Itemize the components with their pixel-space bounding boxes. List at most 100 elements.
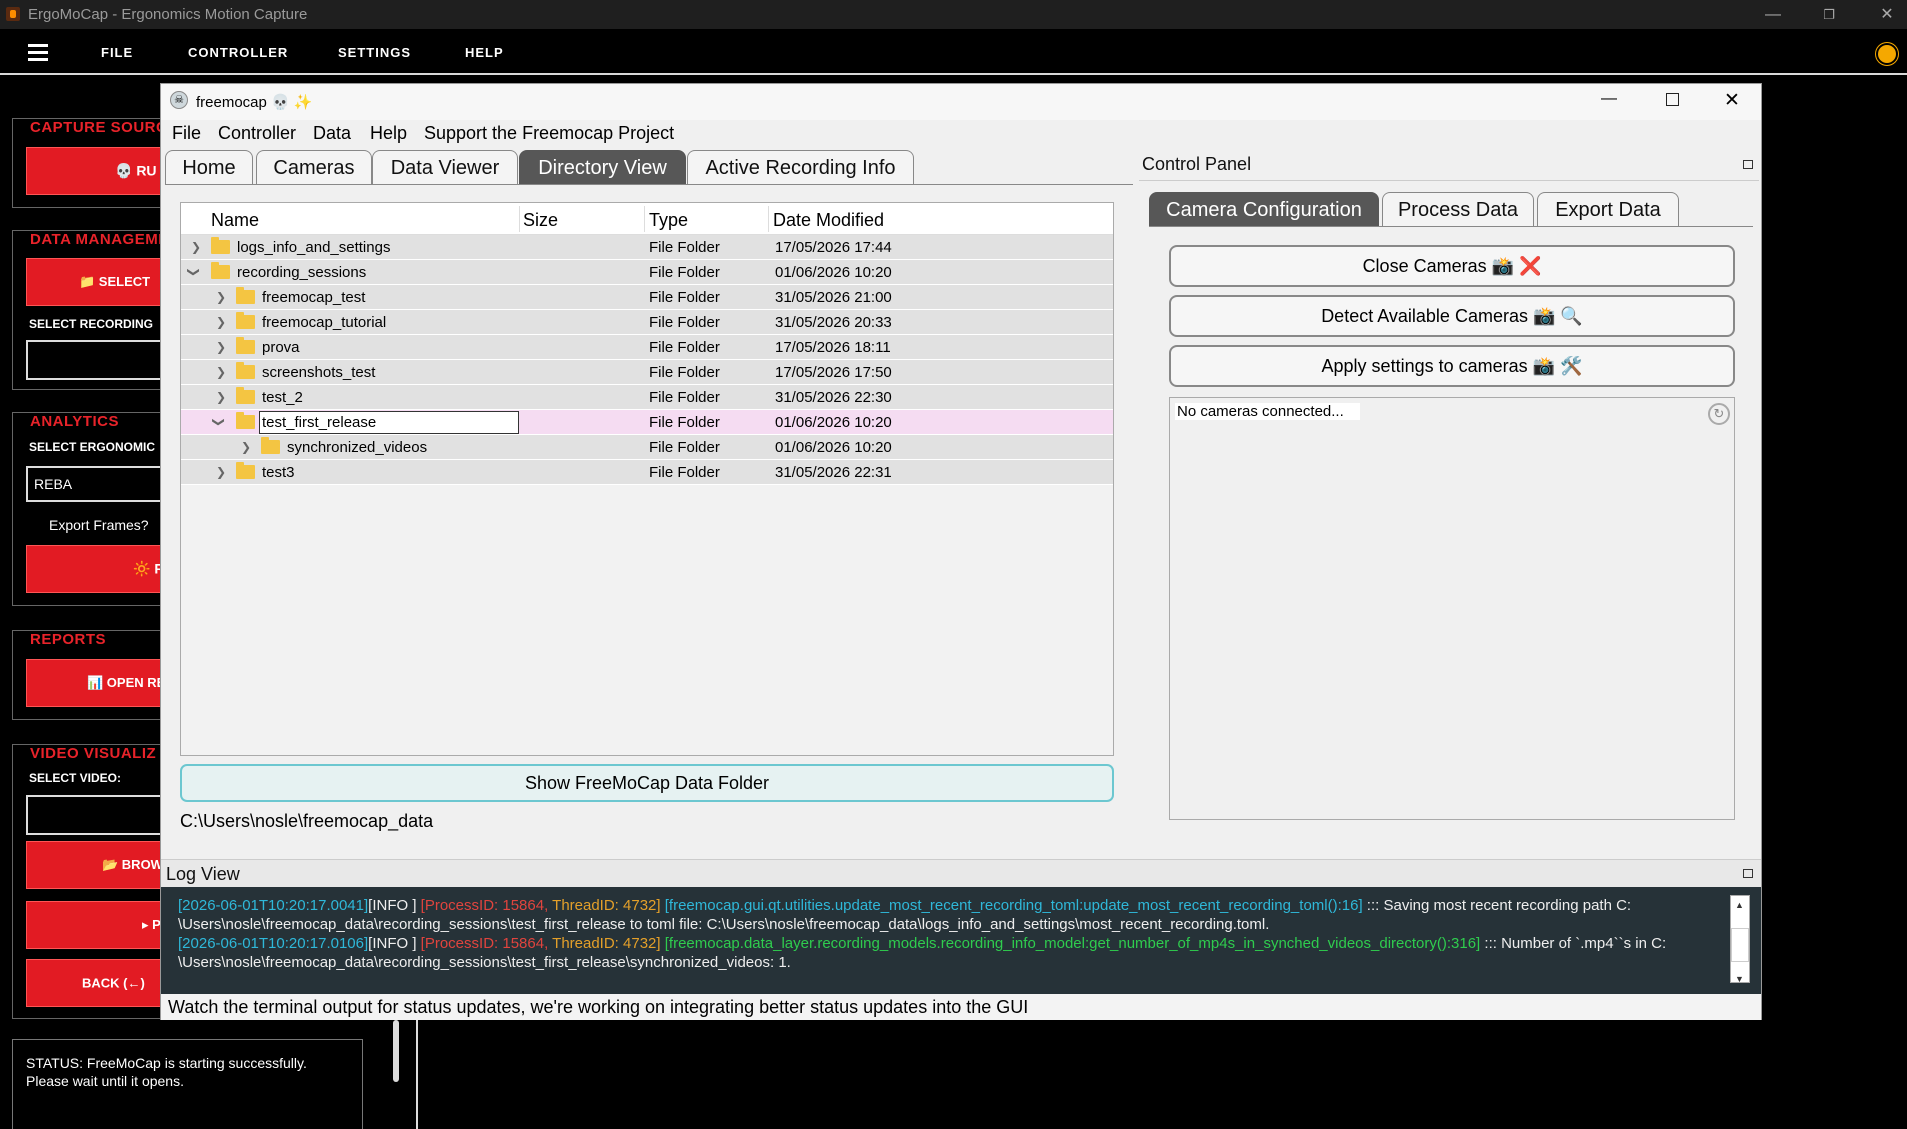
log-view-header: Log View xyxy=(161,859,1761,887)
tree-row[interactable]: ❯ screenshots_test File Folder 17/05/202… xyxy=(181,360,1113,385)
close-icon[interactable]: ✕ xyxy=(1724,89,1740,112)
expand-arrow-icon[interactable]: ❯ xyxy=(216,340,226,354)
divider xyxy=(416,1020,418,1129)
tree-row-selected[interactable]: ❯ test_first_release File Folder 01/06/2… xyxy=(181,410,1113,435)
hamburger-menu-icon[interactable] xyxy=(28,44,48,61)
undock-icon[interactable] xyxy=(1743,869,1753,878)
app-title-bar: ErgoMoCap - Ergonomics Motion Capture — … xyxy=(0,0,1907,29)
menu-controller[interactable]: Controller xyxy=(218,123,296,144)
column-separator xyxy=(519,206,520,232)
row-date: 31/05/2026 20:33 xyxy=(775,314,892,331)
tree-row[interactable]: ❯ logs_info_and_settings File Folder 17/… xyxy=(181,235,1113,260)
close-cameras-button[interactable]: Close Cameras 📸 ❌ xyxy=(1169,245,1735,287)
log-scrollbar[interactable]: ▲ ▼ xyxy=(1730,895,1750,984)
tab-data-viewer[interactable]: Data Viewer xyxy=(372,150,518,184)
undock-icon[interactable] xyxy=(1743,160,1753,169)
tree-row[interactable]: ❯ freemocap_test File Folder 31/05/2026 … xyxy=(181,285,1113,310)
rename-input[interactable]: test_first_release xyxy=(259,411,519,434)
recording-field[interactable] xyxy=(26,340,176,380)
detect-cameras-button[interactable]: Detect Available Cameras 📸 🔍 xyxy=(1169,295,1735,337)
tab-active-recording-info[interactable]: Active Recording Info xyxy=(687,150,914,184)
app-menu-bar: FILE CONTROLLER SETTINGS HELP xyxy=(0,29,1907,75)
column-type[interactable]: Type xyxy=(649,210,688,231)
status-box: STATUS: FreeMoCap is starting successful… xyxy=(12,1039,363,1129)
tab-directory-view[interactable]: Directory View xyxy=(519,150,686,184)
tab-home[interactable]: Home xyxy=(165,150,253,184)
ergonomic-method-select[interactable]: REBA xyxy=(26,466,176,502)
tree-row[interactable]: ❯ freemocap_tutorial File Folder 31/05/2… xyxy=(181,310,1113,335)
collapse-arrow-icon[interactable]: ❯ xyxy=(212,417,226,427)
open-report-button[interactable]: 📊 OPEN RE xyxy=(26,659,176,707)
menu-settings[interactable]: SETTINGS xyxy=(338,45,411,60)
theme-toggle-icon[interactable] xyxy=(1878,45,1896,63)
freemocap-menu-bar: File Controller Data Help Support the Fr… xyxy=(161,120,1761,148)
show-data-folder-button[interactable]: Show FreeMoCap Data Folder xyxy=(180,764,1114,802)
tree-row[interactable]: ❯ prova File Folder 17/05/2026 18:11 xyxy=(181,335,1113,360)
row-date: 17/05/2026 18:11 xyxy=(775,339,891,356)
row-name: screenshots_test xyxy=(262,364,376,381)
scroll-down-icon[interactable]: ▼ xyxy=(1735,970,1744,989)
row-name: test3 xyxy=(262,464,295,481)
column-size[interactable]: Size xyxy=(523,210,558,231)
expand-arrow-icon[interactable]: ❯ xyxy=(241,440,251,454)
tab-process-data[interactable]: Process Data xyxy=(1382,192,1534,226)
apply-settings-button[interactable]: Apply settings to cameras 📸 🛠️ xyxy=(1169,345,1735,387)
expand-arrow-icon[interactable]: ❯ xyxy=(216,365,226,379)
app-title: ErgoMoCap - Ergonomics Motion Capture xyxy=(28,6,308,23)
scroll-up-icon[interactable]: ▲ xyxy=(1735,896,1744,915)
restore-icon[interactable]: ❐ xyxy=(1806,0,1852,29)
menu-controller[interactable]: CONTROLLER xyxy=(188,45,288,60)
column-name[interactable]: Name xyxy=(211,210,259,231)
row-type: File Folder xyxy=(649,364,720,381)
expand-arrow-icon[interactable]: ❯ xyxy=(216,315,226,329)
refresh-icon[interactable]: ↻ xyxy=(1708,403,1730,425)
log-view-title: Log View xyxy=(166,864,240,884)
menu-help[interactable]: HELP xyxy=(465,45,504,60)
folder-icon xyxy=(261,437,280,454)
tree-row[interactable]: ❯ test3 File Folder 31/05/2026 22:31 xyxy=(181,460,1113,485)
folder-icon xyxy=(211,262,230,279)
maximize-icon[interactable] xyxy=(1666,93,1679,106)
tab-camera-configuration[interactable]: Camera Configuration xyxy=(1149,192,1379,226)
sidebar-scrollbar[interactable] xyxy=(393,1020,399,1082)
skull-icon: ☠ xyxy=(170,91,188,109)
collapse-arrow-icon[interactable]: ❯ xyxy=(187,267,201,277)
tree-row[interactable]: ❯ synchronized_videos File Folder 01/06/… xyxy=(181,435,1113,460)
folder-icon xyxy=(236,462,255,479)
menu-help[interactable]: Help xyxy=(370,123,407,144)
expand-arrow-icon[interactable]: ❯ xyxy=(216,390,226,404)
log-level: [INFO ] xyxy=(368,935,417,952)
row-name: freemocap_tutorial xyxy=(262,314,387,331)
tree-row[interactable]: ❯ recording_sessions File Folder 01/06/2… xyxy=(181,260,1113,285)
no-cameras-text: No cameras connected... xyxy=(1175,403,1360,420)
expand-arrow-icon[interactable]: ❯ xyxy=(216,290,226,304)
menu-file[interactable]: File xyxy=(172,123,201,144)
tab-cameras[interactable]: Cameras xyxy=(256,150,372,184)
column-date-modified[interactable]: Date Modified xyxy=(773,210,884,231)
minimize-icon[interactable]: — xyxy=(1750,0,1796,29)
folder-icon xyxy=(236,287,255,304)
directory-tree[interactable]: Name Size Type Date Modified ❯ logs_info… xyxy=(180,202,1114,756)
row-name: test_2 xyxy=(262,389,303,406)
menu-file[interactable]: FILE xyxy=(101,45,133,60)
video-field[interactable] xyxy=(26,795,176,835)
play-video-button[interactable]: ▸ PL xyxy=(26,901,176,949)
select-folder-button[interactable]: 📁 SELECT xyxy=(26,258,176,306)
expand-arrow-icon[interactable]: ❯ xyxy=(191,240,201,254)
browse-video-button[interactable]: 📂 BROW xyxy=(26,841,176,889)
menu-data[interactable]: Data xyxy=(313,123,351,144)
close-icon[interactable]: ✕ xyxy=(1864,0,1907,29)
log-timestamp: [2026-06-01T10:20:17.0041] xyxy=(178,897,369,914)
run-analysis-button[interactable]: 🔆 RU xyxy=(26,545,176,593)
app-icon xyxy=(6,7,20,21)
tree-row[interactable]: ❯ test_2 File Folder 31/05/2026 22:30 xyxy=(181,385,1113,410)
back-button[interactable]: BACK (←) xyxy=(26,959,176,1007)
tab-export-data[interactable]: Export Data xyxy=(1537,192,1679,226)
menu-support[interactable]: Support the Freemocap Project xyxy=(424,123,674,144)
scroll-thumb[interactable] xyxy=(1731,928,1749,962)
export-frames-checkbox[interactable]: Export Frames? xyxy=(49,517,149,533)
row-type: File Folder xyxy=(649,239,720,256)
expand-arrow-icon[interactable]: ❯ xyxy=(216,465,226,479)
minimize-icon[interactable]: — xyxy=(1601,90,1617,108)
run-capture-button[interactable]: 💀 RU xyxy=(26,147,176,195)
